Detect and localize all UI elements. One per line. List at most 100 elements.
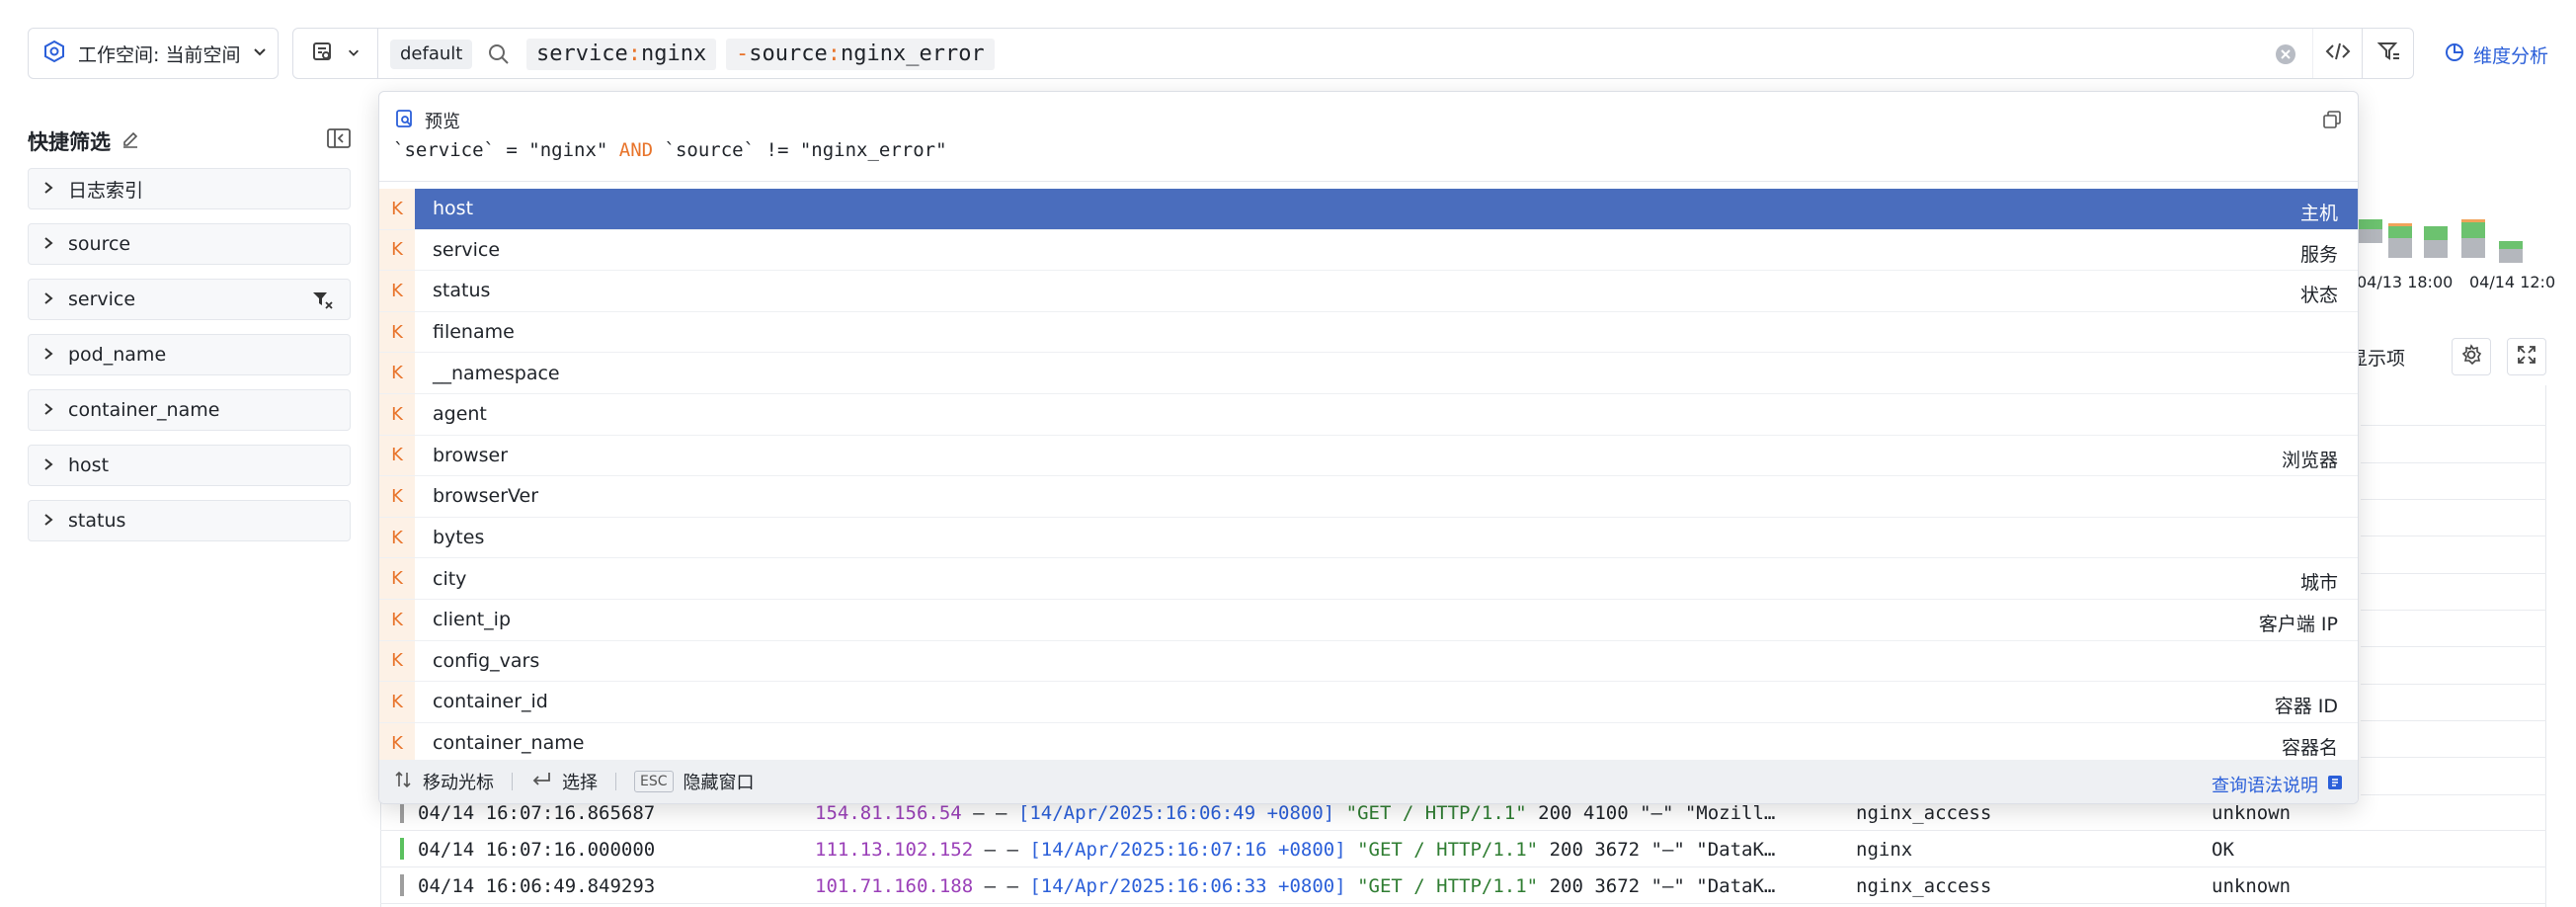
table-row[interactable]: 04/14 16:06:49.849293 101.71.160.188 – –… [380, 867, 2546, 904]
quick-filter-item[interactable]: status [28, 500, 351, 541]
key-type-badge: K [379, 229, 415, 271]
chip-value: nginx_error [840, 41, 985, 66]
suggestion-desc: 城市 [2299, 572, 2338, 595]
key-type-badge: K [379, 640, 415, 682]
hide-window-hint: 隐藏窗口 [683, 773, 755, 793]
list-item[interactable]: K bytes [379, 517, 2358, 559]
log-message: 154.81.156.54 – – [14/Apr/2025:16:06:49 … [815, 802, 1783, 824]
list-item[interactable]: K client_ip 客户端 IP [379, 599, 2358, 641]
suggestion-name: status [433, 280, 491, 302]
chevron-right-icon [42, 510, 54, 532]
clear-filter-icon[interactable] [312, 290, 334, 315]
code-icon [2325, 41, 2351, 67]
quick-filter-item[interactable]: pod_name [28, 334, 351, 375]
histogram-bar[interactable] [2359, 219, 2382, 243]
status-indicator [400, 838, 404, 860]
status-indicator [400, 801, 404, 823]
enter-icon [530, 771, 552, 793]
histogram-bar[interactable] [2388, 223, 2412, 258]
index-chip[interactable]: default [390, 40, 473, 69]
query-suggestion-popup: 预览 `service` = "nginx" AND `source` != "… [378, 91, 2359, 804]
move-cursor-icon [393, 770, 413, 794]
suggestion-desc: 容器名 [2281, 736, 2338, 759]
query-mode-icon [311, 41, 333, 67]
query-syntax-label: 查询语法说明 [2212, 776, 2318, 796]
quick-filter-item[interactable]: host [28, 445, 351, 486]
fullscreen-button[interactable] [2507, 338, 2546, 375]
advanced-filter-button[interactable] [2362, 29, 2415, 78]
list-item[interactable]: K browserVer [379, 476, 2358, 518]
list-item[interactable]: K container_id 容器 ID [379, 682, 2358, 723]
list-item[interactable]: K agent [379, 393, 2358, 436]
quick-filter-item[interactable]: service [28, 279, 351, 320]
key-type-badge: K [379, 353, 415, 393]
gear-icon [2460, 343, 2482, 371]
quick-filter-title-text: 快捷筛选 [28, 130, 111, 154]
suggestion-name: city [433, 567, 467, 590]
workspace-selector[interactable]: 工作空间: 当前空间 [28, 28, 279, 79]
collapse-sidebar-icon[interactable] [326, 126, 352, 155]
query-mode-selector[interactable] [293, 29, 378, 78]
key-type-badge: K [379, 558, 415, 599]
log-time: 04/14 16:07:16.865687 [418, 802, 656, 824]
suggestion-name: service [433, 238, 501, 261]
filter-chip-source[interactable]: -source:nginx_error [726, 39, 995, 70]
chip-key: source [749, 41, 828, 66]
suggestion-name: container_name [433, 732, 585, 755]
list-item[interactable]: K filename [379, 311, 2358, 354]
list-item[interactable]: K service 服务 [379, 229, 2358, 272]
suggestion-name: bytes [433, 527, 485, 549]
filter-icon [2376, 41, 2401, 67]
log-source: nginx_access [1856, 802, 1992, 824]
histogram-bar[interactable] [2461, 219, 2485, 258]
suggestion-desc: 主机 [2299, 203, 2338, 224]
workspace-icon [42, 40, 66, 68]
chevron-down-icon [347, 42, 361, 64]
book-icon [2326, 774, 2344, 796]
key-type-badge: K [379, 722, 415, 764]
quick-filter-item[interactable]: container_name [28, 389, 351, 431]
query-syntax-link[interactable]: 查询语法说明 [2212, 772, 2344, 797]
log-status: unknown [2212, 875, 2292, 897]
list-item[interactable]: K config_vars [379, 640, 2358, 683]
fullscreen-icon [2516, 344, 2537, 371]
key-type-badge: K [379, 311, 415, 353]
list-item[interactable]: K container_name 容器名 [379, 722, 2358, 765]
preview-icon [395, 109, 415, 133]
suggestion-name: config_vars [433, 649, 540, 672]
copy-icon[interactable] [2322, 110, 2342, 134]
quick-filter-label: host [68, 454, 110, 476]
code-mode-button[interactable] [2312, 29, 2362, 78]
suggestion-name: client_ip [433, 609, 512, 631]
chevron-right-icon [42, 344, 54, 366]
suggestion-name: filename [433, 321, 515, 344]
quick-filter-item[interactable]: 日志索引 [28, 168, 351, 209]
suggestion-name: browser [433, 444, 509, 466]
dimension-analysis-button[interactable]: 维度分析 [2444, 41, 2548, 68]
key-type-badge: K [379, 271, 415, 311]
histogram-bar[interactable] [2499, 241, 2523, 263]
preview-expression: `service` = "nginx" AND `source` != "ngi… [393, 139, 947, 161]
workspace-label: 工作空间: 当前空间 [78, 43, 241, 66]
key-type-badge: K [379, 435, 415, 476]
suggestion-desc: 容器 ID [2274, 696, 2338, 718]
chevron-right-icon [42, 289, 54, 310]
list-item[interactable]: K status 状态 [379, 271, 2358, 312]
popup-footer: 移动光标 选择 ESC 隐藏窗口 查询语法说明 [379, 760, 2358, 803]
key-type-badge: K [379, 189, 415, 229]
list-item[interactable]: K browser 浏览器 [379, 435, 2358, 477]
query-bar[interactable]: default service:nginx -source:nginx_erro… [292, 28, 2414, 79]
log-source: nginx [1856, 839, 1913, 861]
preview-title: 预览 [425, 112, 460, 132]
histogram-bar[interactable] [2424, 226, 2448, 258]
table-row[interactable]: 04/14 16:07:16.000000 111.13.102.152 – –… [380, 831, 2546, 867]
edit-icon[interactable] [121, 129, 140, 154]
list-item[interactable]: K __namespace [379, 353, 2358, 394]
list-item[interactable]: K host 主机 [379, 189, 2358, 230]
quick-filter-label: container_name [68, 399, 220, 421]
settings-button[interactable] [2452, 338, 2491, 375]
quick-filter-item[interactable]: source [28, 223, 351, 265]
list-item[interactable]: K city 城市 [379, 558, 2358, 600]
filter-chip-service[interactable]: service:nginx [526, 39, 717, 70]
clear-icon[interactable] [2275, 43, 2296, 70]
